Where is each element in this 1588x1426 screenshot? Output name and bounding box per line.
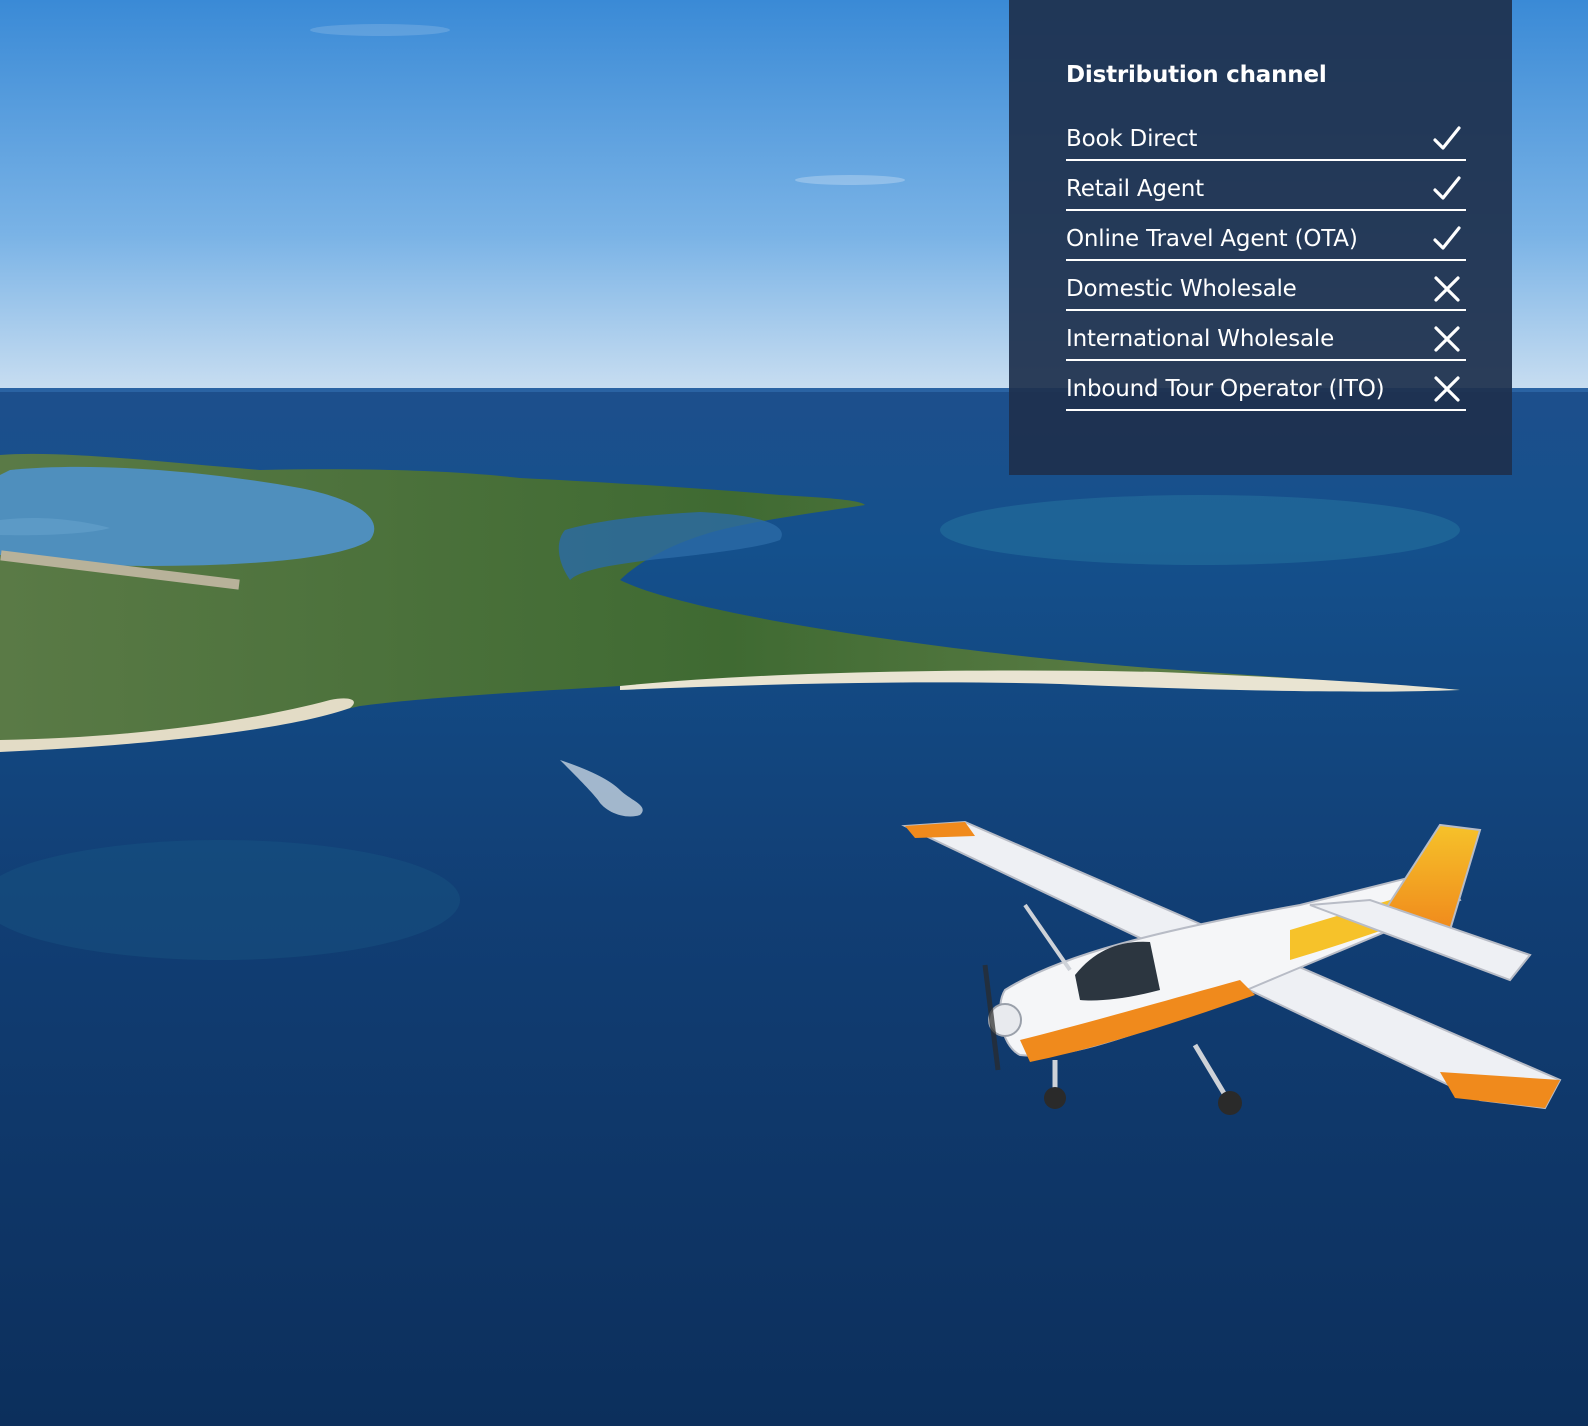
channel-row: Book Direct: [1066, 113, 1466, 161]
channel-row: Inbound Tour Operator (ITO): [1066, 363, 1466, 411]
channel-status: [1432, 124, 1466, 154]
cloud: [310, 24, 450, 36]
channel-status: [1432, 274, 1466, 304]
channel-label: International Wholesale: [1066, 326, 1335, 352]
channel-row: Domestic Wholesale: [1066, 263, 1466, 311]
channel-status: [1432, 324, 1466, 354]
channel-status: [1432, 374, 1466, 404]
cross-icon: [1434, 376, 1460, 402]
airplane-wheel: [1044, 1087, 1066, 1109]
channel-label: Domestic Wholesale: [1066, 276, 1297, 302]
channel-status: [1432, 224, 1466, 254]
distribution-channel-panel: Distribution channel Book Direct Retail …: [1009, 0, 1512, 475]
channel-status: [1432, 174, 1466, 204]
reef-shallows: [0, 840, 460, 960]
channel-label: Book Direct: [1066, 126, 1198, 152]
check-icon: [1433, 176, 1461, 200]
channel-row: Retail Agent: [1066, 163, 1466, 211]
channel-label: Retail Agent: [1066, 176, 1204, 202]
channel-list: Book Direct Retail Agent Online Travel A…: [1066, 113, 1466, 411]
channel-row: Online Travel Agent (OTA): [1066, 213, 1466, 261]
channel-label: Inbound Tour Operator (ITO): [1066, 376, 1385, 402]
channel-row: International Wholesale: [1066, 313, 1466, 361]
panel-title: Distribution channel: [1066, 62, 1327, 88]
cloud: [795, 175, 905, 185]
reef-shallows: [940, 495, 1460, 565]
cross-icon: [1434, 326, 1460, 352]
airplane-wheel: [1218, 1091, 1242, 1115]
cross-icon: [1434, 276, 1460, 302]
channel-label: Online Travel Agent (OTA): [1066, 226, 1358, 252]
check-icon: [1433, 126, 1461, 150]
check-icon: [1433, 226, 1461, 250]
